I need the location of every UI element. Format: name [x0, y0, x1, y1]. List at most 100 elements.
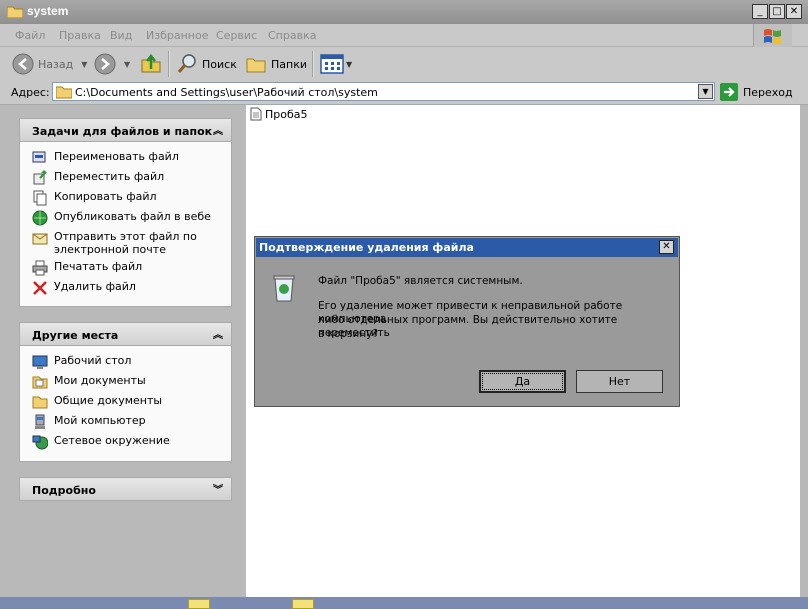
no-label: Нет	[608, 375, 631, 388]
menu-view[interactable]: Вид	[110, 29, 132, 42]
collapse-chevron-icon[interactable]: ︽	[213, 122, 223, 137]
search-button[interactable]: Поиск	[176, 53, 237, 75]
file-tasks-body: Переименовать файл Переместить файл Копи…	[19, 142, 232, 307]
back-arrow-icon	[12, 53, 34, 75]
details-title: Подробно	[32, 484, 96, 497]
yes-label: Да	[514, 375, 531, 388]
views-button[interactable]: ▼	[320, 53, 352, 75]
task-email-label: Отправить этот файл по электронной почте	[54, 230, 197, 256]
address-bar: Адрес: C:\Documents and Settings\user\Ра…	[0, 81, 808, 105]
file-tasks-header[interactable]: Задачи для файлов и папок ︽	[19, 118, 232, 142]
place-network[interactable]: Сетевое окружение	[32, 434, 170, 450]
task-rename[interactable]: Переименовать файл	[32, 150, 179, 166]
task-move[interactable]: Переместить файл	[32, 170, 164, 186]
file-name: Проба5	[265, 107, 308, 121]
forward-arrow-icon	[94, 53, 116, 75]
address-dropdown-button[interactable]: ▼	[698, 84, 713, 99]
dialog-message-line1: Файл "Проба5" является системным.	[318, 275, 523, 287]
go-arrow-icon	[720, 83, 738, 101]
file-item[interactable]: Проба5	[250, 107, 308, 121]
folders-label: Папки	[271, 57, 307, 71]
delete-x-icon	[33, 281, 47, 295]
network-icon	[32, 435, 48, 450]
computer-icon	[35, 414, 45, 429]
place-my-documents-label: Мои документы	[54, 374, 146, 387]
views-icon	[320, 54, 344, 74]
folders-button[interactable]: Папки	[246, 53, 307, 75]
windows-logo	[753, 24, 792, 48]
details-header[interactable]: Подробно ︾	[19, 477, 232, 501]
delete-confirmation-dialog: Подтверждение удаления файла ✕ Файл "Про…	[254, 236, 680, 407]
rename-icon	[32, 151, 46, 163]
search-icon	[177, 54, 196, 73]
file-tasks-panel: Задачи для файлов и папок ︽ Переименоват…	[19, 118, 232, 307]
close-button[interactable]: ✕	[786, 4, 802, 19]
minimize-button[interactable]: _	[752, 4, 768, 19]
dialog-title-bar[interactable]: Подтверждение удаления файла ✕	[256, 238, 678, 257]
menu-tools[interactable]: Сервис	[216, 29, 257, 42]
desktop-folder-icon[interactable]	[188, 599, 210, 609]
task-rename-label: Переименовать файл	[54, 150, 179, 163]
dialog-close-button[interactable]: ✕	[659, 240, 674, 254]
maximize-button[interactable]: □	[769, 4, 785, 19]
menu-help[interactable]: Справка	[268, 29, 316, 42]
file-tasks-title: Задачи для файлов и папок	[32, 125, 213, 138]
place-my-documents[interactable]: Мои документы	[32, 374, 146, 390]
no-button[interactable]: Нет	[576, 370, 663, 393]
place-shared-documents-label: Общие документы	[54, 394, 163, 407]
collapse-chevron-icon[interactable]: ︽	[213, 326, 223, 341]
copy-icon	[33, 190, 47, 206]
place-desktop[interactable]: Рабочий стол	[32, 354, 131, 370]
details-panel: Подробно ︾	[19, 477, 232, 501]
task-copy[interactable]: Копировать файл	[32, 190, 157, 206]
address-label: Адрес:	[11, 86, 50, 99]
up-folder-icon	[141, 53, 161, 73]
my-documents-icon	[32, 376, 48, 389]
menu-file[interactable]: Файл	[15, 29, 45, 42]
menu-favorites[interactable]: Избранное	[146, 29, 208, 42]
dialog-message-line4: в корзину?	[318, 328, 379, 340]
back-button[interactable]: Назад ▼	[12, 53, 87, 75]
search-label: Поиск	[202, 57, 237, 71]
forward-button[interactable]: ▼	[94, 53, 130, 75]
go-button[interactable]: Переход	[720, 83, 793, 101]
other-places-header[interactable]: Другие места ︽	[19, 322, 232, 346]
desktop-folder-icon[interactable]	[292, 599, 314, 609]
forward-dropdown-icon[interactable]: ▼	[124, 60, 130, 69]
dialog-title: Подтверждение удаления файла	[259, 241, 474, 254]
yes-button[interactable]: Да	[479, 370, 566, 393]
task-delete[interactable]: Удалить файл	[32, 280, 136, 296]
place-shared-documents[interactable]: Общие документы	[32, 394, 162, 410]
views-dropdown-icon[interactable]: ▼	[346, 60, 352, 69]
email-icon	[32, 233, 48, 245]
task-copy-label: Копировать файл	[54, 190, 157, 203]
task-publish-label: Опубликовать файл в вебе	[54, 210, 211, 223]
menu-bar: Файл Правка Вид Избранное Сервис Справка	[0, 24, 808, 47]
task-delete-label: Удалить файл	[54, 280, 136, 293]
place-network-label: Сетевое окружение	[54, 434, 170, 447]
other-places-body: Рабочий стол Мои документы Общие докумен…	[19, 346, 232, 462]
back-dropdown-icon[interactable]: ▼	[81, 60, 87, 69]
toolbar: Назад ▼ ▼ Поиск Папки ▼	[0, 47, 808, 82]
task-publish[interactable]: Опубликовать файл в вебе	[32, 210, 211, 226]
expand-chevron-icon[interactable]: ︾	[213, 481, 223, 496]
place-desktop-label: Рабочий стол	[54, 354, 132, 367]
desktop-icon	[32, 355, 48, 369]
task-print[interactable]: Печатать файл	[32, 260, 142, 276]
text-file-icon	[250, 107, 262, 121]
task-move-label: Переместить файл	[54, 170, 165, 183]
place-my-computer[interactable]: Мой компьютер	[32, 414, 146, 430]
folder-icon	[7, 6, 23, 18]
menu-edit[interactable]: Правка	[59, 29, 101, 42]
folder-icon	[56, 86, 72, 99]
globe-icon	[32, 210, 48, 226]
task-email[interactable]: Отправить этот файл по электронной почте	[32, 230, 197, 256]
up-folder-button[interactable]	[140, 52, 162, 74]
address-input[interactable]: C:\Documents and Settings\user\Рабочий с…	[52, 82, 715, 101]
task-email-label-line1: Отправить этот файл по	[54, 230, 197, 243]
folder-icon	[32, 396, 48, 409]
task-email-label-line2: электронной почте	[54, 243, 166, 256]
window-title-bar[interactable]: system _ □ ✕	[0, 0, 808, 24]
window-title: system	[27, 4, 69, 18]
address-path: C:\Documents and Settings\user\Рабочий с…	[75, 86, 378, 99]
